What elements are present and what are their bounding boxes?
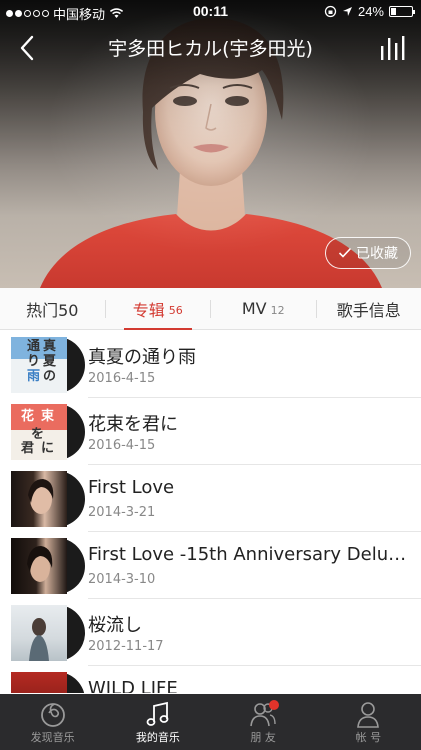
tab-label: 专辑 xyxy=(132,300,165,320)
cover-char: 通 xyxy=(27,339,41,354)
cover-char: 雨 xyxy=(27,369,41,384)
cover-char: に xyxy=(41,441,55,456)
album-title: First Love -15th Anniversary Deluxe... xyxy=(88,544,408,565)
nav-bar: 宇多田ヒカル(宇多田光) xyxy=(0,26,421,70)
tab-mv[interactable]: MV 12 xyxy=(211,288,316,329)
location-icon xyxy=(342,7,352,16)
album-row[interactable]: 花 束 を 君 に 花束を君に 2016-4-15 xyxy=(0,398,421,465)
tab-count: 56 xyxy=(168,304,183,317)
music-note-icon xyxy=(146,701,169,726)
album-title: 花束を君に xyxy=(88,414,178,435)
rotation-lock-icon xyxy=(324,5,337,18)
album-cover xyxy=(11,538,67,594)
tab-albums[interactable]: 专辑 56 xyxy=(106,288,211,330)
album-date: 2016-4-15 xyxy=(88,371,156,386)
tab-label: 发现音乐 xyxy=(30,730,75,744)
cover-char: を xyxy=(31,427,45,442)
collected-label: 已收藏 xyxy=(356,246,398,262)
album-title: First Love xyxy=(88,477,175,498)
tab-discover-music[interactable]: 发现音乐 xyxy=(0,694,105,750)
album-row[interactable]: WILD LIFE xyxy=(0,666,421,693)
cover-char: 君 xyxy=(21,441,35,456)
tab-hot50[interactable]: 热门50 xyxy=(0,288,105,329)
album-cover xyxy=(11,605,67,661)
album-row[interactable]: First Love 2014-3-21 xyxy=(0,465,421,532)
album-art: 花 束 を 君 に xyxy=(11,404,85,460)
album-art xyxy=(11,538,85,594)
tab-label: 热门50 xyxy=(26,300,79,320)
album-date: 2016-4-15 xyxy=(88,438,156,453)
artist-tabs: 热门50 专辑 56 MV 12 歌手信息 xyxy=(0,288,421,330)
battery-percent: 24% xyxy=(357,4,384,19)
tab-label: 我的音乐 xyxy=(135,730,180,744)
account-icon xyxy=(357,701,380,728)
cover-char: 花 xyxy=(21,409,35,424)
album-row[interactable]: 桜流し 2012-11-17 xyxy=(0,599,421,666)
battery-icon xyxy=(389,6,415,17)
tab-artist-info[interactable]: 歌手信息 xyxy=(317,288,421,329)
album-art xyxy=(11,605,85,661)
collected-button[interactable]: 已收藏 xyxy=(325,237,411,269)
album-cover xyxy=(11,672,67,693)
album-row[interactable]: 真 夏 の 通 り 雨 真夏の通り雨 2016-4-15 xyxy=(0,331,421,398)
notification-badge xyxy=(268,700,279,710)
back-arrow-icon[interactable] xyxy=(14,32,44,64)
cover-char: の xyxy=(43,369,57,384)
album-date: 2014-3-21 xyxy=(88,505,156,520)
album-date: 2014-3-10 xyxy=(88,572,156,587)
tab-friends[interactable]: 朋 友 xyxy=(211,694,316,750)
album-row[interactable]: First Love -15th Anniversary Deluxe... 2… xyxy=(0,532,421,599)
album-art xyxy=(11,471,85,527)
album-cover: 花 束 を 君 に xyxy=(11,404,67,460)
album-title: 桜流し xyxy=(88,615,142,636)
album-title: 真夏の通り雨 xyxy=(88,347,196,368)
cover-char: り xyxy=(27,354,41,369)
cover-char: 束 xyxy=(41,409,55,424)
now-playing-bars-icon[interactable] xyxy=(379,34,407,62)
status-bar: 中国移动 00:11 24% xyxy=(0,0,421,22)
tab-account[interactable]: 帐 号 xyxy=(316,694,421,750)
tab-count: 12 xyxy=(270,304,285,317)
checkmark-icon xyxy=(338,247,352,258)
tab-label: 歌手信息 xyxy=(336,300,401,320)
album-title: WILD LIFE xyxy=(88,678,178,693)
artist-hero: 中国移动 00:11 24% 宇多田ヒカル(宇多田光) 已收藏 xyxy=(0,0,421,288)
tab-label: 朋 友 xyxy=(250,730,276,744)
album-date: 2012-11-17 xyxy=(88,639,164,654)
album-cover: 真 夏 の 通 り 雨 xyxy=(11,337,67,393)
page-title: 宇多田ヒカル(宇多田光) xyxy=(108,38,313,60)
cover-char: 真 xyxy=(43,339,57,354)
tab-my-music[interactable]: 我的音乐 xyxy=(105,694,210,750)
tab-label: MV xyxy=(241,299,267,318)
album-art xyxy=(11,672,85,693)
status-right: 24% xyxy=(324,4,415,19)
netease-music-icon xyxy=(40,702,65,727)
tab-label: 帐 号 xyxy=(355,730,382,744)
album-art: 真 夏 の 通 り 雨 xyxy=(11,337,85,393)
album-cover xyxy=(11,471,67,527)
album-list: 真 夏 の 通 り 雨 真夏の通り雨 2016-4-15 花 束 を 君 に 花… xyxy=(0,331,421,693)
bottom-tab-bar: 发现音乐 我的音乐 朋 友 帐 号 xyxy=(0,694,421,750)
cover-char: 夏 xyxy=(43,354,57,369)
